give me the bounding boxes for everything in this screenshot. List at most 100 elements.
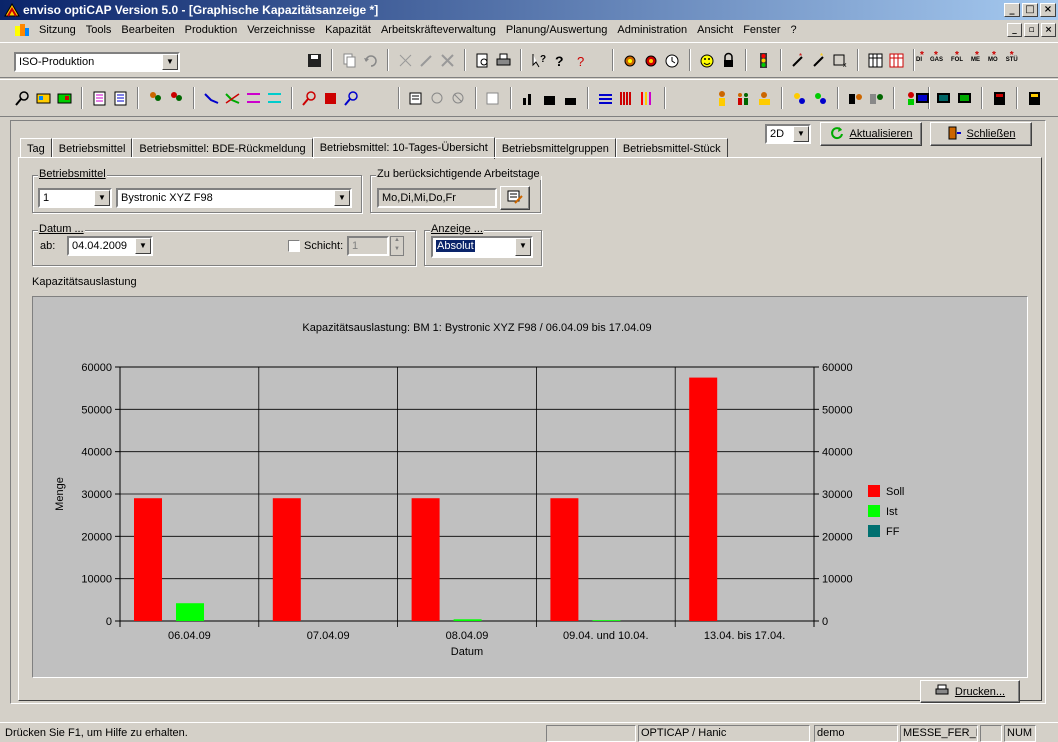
menu-produktion[interactable]: Produktion: [180, 24, 243, 36]
person-icon[interactable]: [714, 90, 731, 107]
monitor-icon[interactable]: [914, 90, 931, 107]
magnifier-red-icon[interactable]: [301, 90, 318, 107]
menu-kapazitaet[interactable]: Kapazität: [320, 24, 376, 36]
monitor-green-icon[interactable]: [956, 90, 973, 107]
menu-bearbeiten[interactable]: Bearbeiten: [116, 24, 179, 36]
me-icon[interactable]: ME: [971, 50, 980, 63]
route-icon[interactable]: [203, 90, 220, 107]
save-icon[interactable]: [306, 52, 323, 69]
monitor-alt-icon[interactable]: [935, 90, 952, 107]
report-icon[interactable]: [1026, 90, 1043, 107]
workers-red-icon[interactable]: [168, 90, 185, 107]
chevron-down-icon[interactable]: ▼: [334, 190, 350, 206]
menu-verzeichnisse[interactable]: Verzeichnisse: [242, 24, 320, 36]
menu-administration[interactable]: Administration: [612, 24, 692, 36]
di-icon[interactable]: DI: [916, 50, 924, 63]
context-help-icon[interactable]: ?: [530, 52, 547, 69]
persons-icon[interactable]: [735, 90, 752, 107]
workers-icon[interactable]: [147, 90, 164, 107]
menu-fenster[interactable]: Fenster: [738, 24, 785, 36]
chevron-down-icon[interactable]: ▼: [515, 238, 531, 256]
chevron-down-icon[interactable]: ▼: [793, 126, 809, 142]
chart-detail-icon[interactable]: [562, 90, 579, 107]
list-icon[interactable]: [91, 90, 108, 107]
chart-bar-icon[interactable]: [520, 90, 537, 107]
route-swap-icon[interactable]: [245, 90, 262, 107]
minimize-button[interactable]: _: [1004, 3, 1020, 17]
route-swap-alt-icon[interactable]: [266, 90, 283, 107]
printer-icon[interactable]: [495, 52, 512, 69]
menu-arbeitskraefteverwaltung[interactable]: Arbeitskräfteverwaltung: [376, 24, 501, 36]
magnifier-blue-icon[interactable]: [343, 90, 360, 107]
mo-icon[interactable]: MO: [988, 50, 998, 63]
stue-icon[interactable]: STÜ: [1006, 50, 1018, 63]
tab-betriebsmittelgruppen[interactable]: Betriebsmittelgruppen: [494, 138, 616, 158]
grid-x-icon[interactable]: x: [832, 52, 849, 69]
stack-icon[interactable]: [597, 90, 614, 107]
print-preview-icon[interactable]: [474, 52, 491, 69]
menu-tools[interactable]: Tools: [81, 24, 117, 36]
copy-icon[interactable]: [341, 52, 358, 69]
schicht-input[interactable]: 1: [347, 236, 389, 256]
order-red-icon[interactable]: [322, 90, 339, 107]
wand-alt-icon[interactable]: *: [811, 52, 828, 69]
team-icon[interactable]: [756, 90, 773, 107]
schicht-checkbox[interactable]: [288, 240, 300, 252]
machine-icon[interactable]: [35, 90, 52, 107]
mdi-close-button[interactable]: ×: [1041, 23, 1056, 37]
bars-color-icon[interactable]: [639, 90, 656, 107]
view-mode-combo[interactable]: 2D ▼: [765, 124, 811, 144]
calendar-red-icon[interactable]: [888, 52, 905, 69]
search-icon[interactable]: [14, 90, 31, 107]
bars-icon[interactable]: [618, 90, 635, 107]
mdi-restore-button[interactable]: ▫: [1024, 23, 1039, 37]
delete-icon[interactable]: [439, 52, 456, 69]
maximize-button[interactable]: □: [1022, 3, 1038, 17]
lock-icon[interactable]: [720, 52, 737, 69]
menu-planung[interactable]: Planung/Auswertung: [501, 24, 613, 36]
production-combo[interactable]: ISO-Produktion ▼: [14, 52, 180, 72]
traffic-light-icon[interactable]: [755, 52, 772, 69]
menu-ansicht[interactable]: Ansicht: [692, 24, 738, 36]
skills-icon[interactable]: [791, 90, 808, 107]
spin-down-icon[interactable]: ▼: [391, 246, 403, 255]
view-dropdown-icon[interactable]: [408, 90, 425, 107]
clock-user-icon[interactable]: [664, 52, 681, 69]
shift-icon[interactable]: [847, 90, 864, 107]
filter-icon[interactable]: [429, 90, 446, 107]
layout-icon[interactable]: [485, 90, 502, 107]
machine-group-icon[interactable]: [56, 90, 73, 107]
chevron-down-icon[interactable]: ▼: [135, 238, 151, 254]
document-icon[interactable]: [14, 23, 30, 37]
refresh-button[interactable]: Aktualisieren: [820, 122, 922, 146]
help-icon[interactable]: ?: [551, 52, 568, 69]
question-icon[interactable]: ?: [572, 52, 589, 69]
chevron-down-icon[interactable]: ▼: [94, 190, 110, 206]
menu-help[interactable]: ?: [786, 24, 802, 36]
filter-off-icon[interactable]: [450, 90, 467, 107]
list-alt-icon[interactable]: [112, 90, 129, 107]
edit-icon[interactable]: [418, 52, 435, 69]
skills-alt-icon[interactable]: [812, 90, 829, 107]
document-stack-icon[interactable]: [991, 90, 1008, 107]
new-icon[interactable]: [397, 52, 414, 69]
menu-sitzung[interactable]: Sitzung: [34, 24, 81, 36]
arbeitstage-select-button[interactable]: [500, 186, 530, 210]
gears-icon[interactable]: [622, 52, 639, 69]
shift-alt-icon[interactable]: [868, 90, 885, 107]
chevron-down-icon[interactable]: ▼: [162, 54, 178, 70]
print-button[interactable]: Drucken...: [920, 680, 1020, 703]
route-alt-icon[interactable]: [224, 90, 241, 107]
schicht-spinner[interactable]: ▲ ▼: [390, 236, 404, 256]
tab-tag[interactable]: Tag: [20, 138, 52, 158]
betriebsmittel-name-combo[interactable]: Bystronic XYZ F98 ▼: [116, 188, 352, 208]
ab-date-picker[interactable]: 04.04.2009 ▼: [67, 236, 153, 256]
gears-red-icon[interactable]: [643, 52, 660, 69]
tab-bde-rueckmeldung[interactable]: Betriebsmittel: BDE-Rückmeldung: [132, 138, 313, 158]
tab-10-tages-uebersicht[interactable]: Betriebsmittel: 10-Tages-Übersicht: [312, 137, 495, 159]
calendar-grid-icon[interactable]: [867, 52, 884, 69]
chart-mx-icon[interactable]: [541, 90, 558, 107]
close-window-button[interactable]: ×: [1040, 3, 1056, 17]
smiley-icon[interactable]: [699, 52, 716, 69]
tab-betriebsmittel[interactable]: Betriebsmittel: [51, 138, 133, 158]
